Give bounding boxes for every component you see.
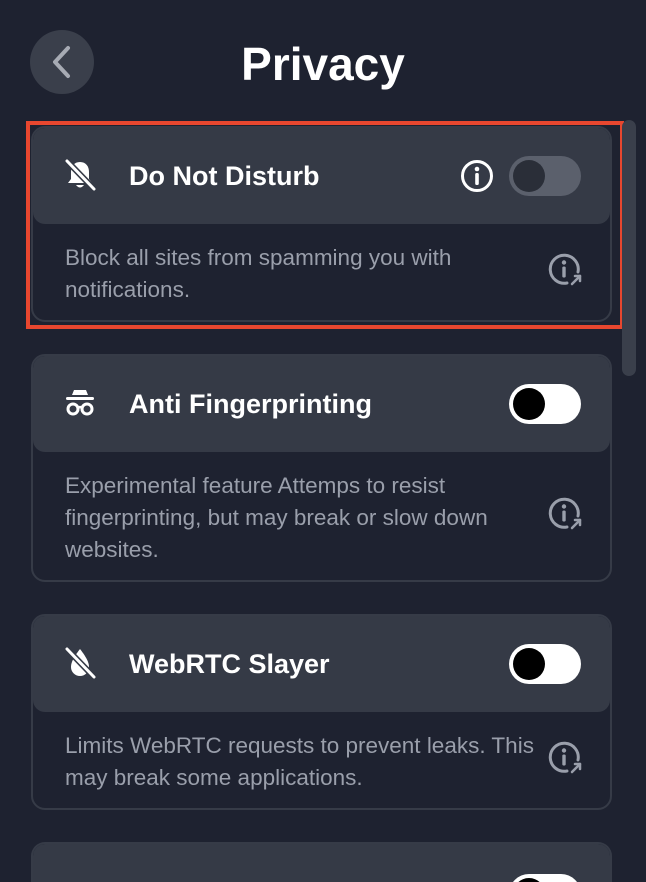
webrtc-off-icon	[63, 646, 97, 680]
page-title: Privacy	[241, 38, 405, 90]
anti-fingerprinting-toggle[interactable]	[509, 384, 581, 424]
incognito-spy-icon	[63, 386, 97, 420]
toggle-knob	[513, 388, 545, 420]
setting-toggle[interactable]	[509, 874, 581, 882]
scrollbar-thumb[interactable]	[622, 120, 636, 376]
card-title: Anti Fingerprinting	[129, 389, 372, 419]
setting-icon	[65, 874, 95, 882]
webrtc-slayer-card: WebRTC Slayer Limits WebRTC requests to …	[31, 614, 612, 810]
card-header: WebRTC Slayer	[33, 616, 610, 712]
webrtc-slayer-toggle[interactable]	[509, 644, 581, 684]
card-description: Experimental feature Attemps to resist f…	[65, 473, 488, 562]
card-description: Limits WebRTC requests to prevent leaks.…	[65, 733, 534, 790]
toggle-knob	[513, 878, 545, 882]
external-info-icon[interactable]	[547, 740, 585, 778]
card-header	[33, 844, 610, 882]
external-info-icon[interactable]	[547, 496, 585, 534]
card-title: WebRTC Slayer	[129, 649, 330, 679]
card-header: Anti Fingerprinting	[33, 356, 610, 452]
highlight-frame	[26, 121, 624, 329]
anti-fingerprinting-card: Anti Fingerprinting Experimental feature…	[31, 354, 612, 582]
toggle-knob	[513, 648, 545, 680]
next-setting-card	[31, 842, 612, 882]
